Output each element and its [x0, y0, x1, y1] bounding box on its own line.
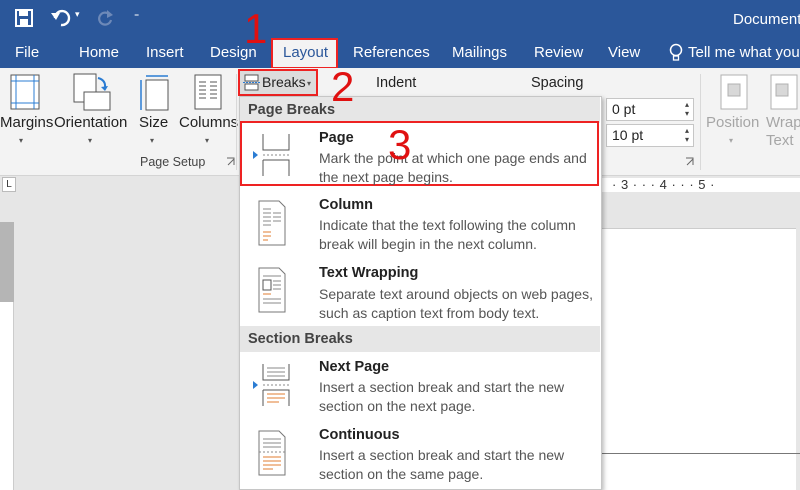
tab-home[interactable]: Home — [79, 44, 119, 61]
step-2-annotation: 2 — [331, 63, 355, 110]
tab-insert[interactable]: Insert — [146, 44, 184, 61]
document-title: Document — [733, 11, 800, 28]
customize-toolbar-icon[interactable]: ₌ — [134, 9, 139, 20]
ruler-marks: · 3 · · · 4 · · · 5 · — [612, 177, 715, 192]
next-page-break-title[interactable]: Next Page — [319, 359, 389, 375]
spin-arrows-icon[interactable]: ▴ ▾ — [685, 126, 689, 144]
continuous-break-desc: Insert a section break and start the new… — [319, 447, 565, 482]
next-page-break-desc: Insert a section break and start the new… — [319, 379, 565, 414]
orientation-button[interactable]: Orientation — [54, 114, 127, 131]
tab-review[interactable]: Review — [534, 44, 583, 61]
step-1-annotation: 1 — [244, 5, 268, 52]
page-break-title[interactable]: Page — [319, 130, 354, 146]
spacing-before-field[interactable]: 0 pt ▴ ▾ — [606, 98, 694, 121]
continuous-break-title[interactable]: Continuous — [319, 427, 400, 443]
indent-label: Indent — [376, 75, 417, 91]
position-dropdown-icon: ▾ — [729, 136, 734, 145]
page-breaks-header: Page Breaks — [240, 97, 600, 123]
margins-icon — [10, 74, 40, 110]
dialog-launcher-icon[interactable] — [685, 157, 694, 166]
spacing-after-value: 10 pt — [612, 127, 644, 143]
size-icon — [140, 75, 169, 111]
spin-arrows-icon[interactable]: ▴ ▾ — [685, 100, 689, 118]
breaks-icon — [243, 74, 260, 91]
group-separator — [236, 74, 237, 170]
tab-file[interactable]: File — [15, 44, 39, 61]
column-break-icon — [258, 200, 286, 246]
margins-button[interactable]: Margins — [0, 114, 53, 131]
tell-me-search[interactable]: Tell me what you — [688, 44, 800, 61]
redo-icon[interactable] — [95, 8, 115, 28]
undo-dropdown-icon[interactable]: ▾ — [75, 9, 80, 20]
text-wrapping-break-icon — [258, 267, 286, 313]
column-break-title[interactable]: Column — [319, 197, 373, 213]
group-separator — [700, 74, 701, 170]
spacing-before-value: 0 pt — [612, 101, 636, 117]
document-page[interactable] — [600, 228, 796, 490]
continuous-break-icon — [258, 430, 286, 476]
title-bar — [0, 0, 800, 38]
dialog-launcher-icon[interactable] — [226, 157, 235, 166]
breaks-dropdown-icon: ▾ — [307, 79, 312, 88]
columns-button[interactable]: Columns — [179, 114, 238, 131]
next-page-break-icon — [253, 364, 290, 406]
spacing-label: Spacing — [531, 75, 584, 91]
text-wrapping-break-desc: Separate text around objects on web page… — [319, 286, 593, 321]
orientation-dropdown-icon: ▾ — [88, 136, 93, 145]
text-wrapping-break-title[interactable]: Text Wrapping — [319, 265, 418, 281]
column-break-desc: Indicate that the text following the col… — [319, 217, 576, 252]
breaks-button[interactable]: Breaks — [262, 74, 306, 90]
step-3-annotation: 3 — [388, 121, 412, 168]
tab-selector[interactable]: L — [2, 177, 16, 192]
position-icon — [720, 74, 748, 110]
page-break-icon — [253, 134, 290, 176]
save-icon[interactable] — [14, 8, 34, 28]
tab-view[interactable]: View — [608, 44, 640, 61]
margins-dropdown-icon: ▾ — [19, 136, 24, 145]
size-dropdown-icon: ▾ — [150, 136, 155, 145]
size-button[interactable]: Size — [139, 114, 168, 131]
columns-dropdown-icon: ▾ — [205, 136, 210, 145]
page-boundary-line — [600, 453, 800, 454]
vertical-ruler-margin — [0, 222, 14, 302]
wrap-text-button[interactable]: Wrap — [766, 114, 800, 131]
position-button[interactable]: Position — [706, 114, 759, 131]
wrap-text-button-line2: Text — [766, 132, 794, 149]
columns-icon — [194, 74, 222, 110]
wrap-text-icon — [770, 74, 798, 110]
undo-icon[interactable] — [50, 8, 72, 28]
lightbulb-icon — [669, 43, 683, 61]
tab-mailings[interactable]: Mailings — [452, 44, 507, 61]
page-setup-group-label: Page Setup — [140, 155, 206, 169]
spacing-after-field[interactable]: 10 pt ▴ ▾ — [606, 124, 694, 147]
section-breaks-header: Section Breaks — [240, 326, 600, 352]
page-break-desc: Mark the point at which one page ends an… — [319, 150, 587, 185]
tab-layout[interactable]: Layout — [283, 44, 328, 61]
tab-references[interactable]: References — [353, 44, 430, 61]
orientation-icon — [73, 73, 111, 111]
